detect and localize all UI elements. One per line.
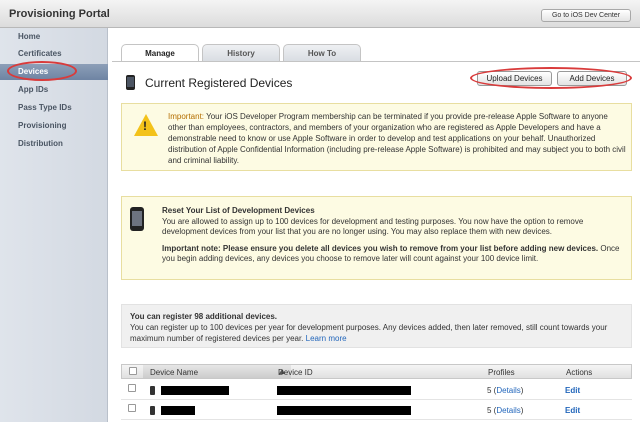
profiles-cell: 5 (Details)	[487, 386, 524, 395]
redacted-device-id	[277, 386, 411, 395]
warning-notice: ! Important: Your iOS Developer Program …	[121, 103, 632, 171]
registration-heading: You can register 98 additional devices.	[130, 312, 278, 321]
page-title: Current Registered Devices	[145, 76, 293, 90]
device-icon	[130, 207, 144, 231]
edit-link[interactable]: Edit	[565, 406, 580, 415]
details-link[interactable]: Details	[496, 386, 520, 395]
table-row: 5 (Details) Edit	[121, 380, 632, 400]
sidebar-item-provisioning[interactable]: Provisioning	[0, 118, 108, 134]
column-actions: Actions	[566, 368, 593, 377]
row-checkbox[interactable]	[128, 404, 136, 412]
sidebar-item-certificates[interactable]: Certificates	[0, 46, 108, 62]
warning-body: Your iOS Developer Program membership ca…	[168, 112, 626, 165]
select-all-checkbox[interactable]	[129, 367, 137, 375]
sidebar-item-home[interactable]: Home	[0, 29, 108, 45]
tab-history[interactable]: History	[202, 44, 280, 62]
redacted-device-name	[161, 406, 195, 415]
top-bar: Provisioning Portal Go to iOS Dev Center	[0, 0, 640, 28]
reset-text: Reset Your List of Development Devices Y…	[162, 206, 628, 265]
warning-label: Important:	[168, 112, 205, 121]
reset-important-note: Important note: Please ensure you delete…	[162, 243, 599, 253]
sidebar-item-distribution[interactable]: Distribution	[0, 136, 108, 152]
column-device-id[interactable]: Device ID	[278, 368, 313, 377]
iphone-icon	[126, 75, 135, 90]
reset-heading: Reset Your List of Development Devices	[162, 206, 315, 215]
annotation-oval-buttons	[470, 67, 632, 89]
details-link[interactable]: Details	[496, 406, 520, 415]
table-row: 5 (Details) Edit	[121, 400, 632, 420]
edit-link[interactable]: Edit	[565, 386, 580, 395]
profiles-cell: 5 (Details)	[487, 406, 524, 415]
table-header: Device Name Device ID Profiles Actions	[121, 364, 632, 379]
column-profiles[interactable]: Profiles	[488, 368, 515, 377]
learn-more-link[interactable]: Learn more	[306, 334, 347, 343]
device-icon	[150, 386, 155, 395]
registration-info: You can register 98 additional devices. …	[121, 304, 632, 348]
warning-text: Important: Your iOS Developer Program me…	[168, 111, 628, 166]
device-icon	[150, 406, 155, 415]
row-checkbox[interactable]	[128, 384, 136, 392]
tab-how-to[interactable]: How To	[283, 44, 361, 62]
devices-table: Device Name Device ID Profiles Actions 5…	[121, 364, 632, 422]
annotation-oval-devices	[7, 61, 77, 81]
reset-body: You are allowed to assign up to 100 devi…	[162, 216, 584, 237]
go-to-dev-center-button[interactable]: Go to iOS Dev Center	[541, 9, 631, 22]
sidebar: Home Certificates Devices App IDs Pass T…	[0, 28, 108, 422]
registration-text: You can register 98 additional devices. …	[130, 311, 630, 344]
app-title: Provisioning Portal	[9, 8, 110, 20]
warning-icon: !	[134, 114, 158, 136]
reset-devices-notice: Reset Your List of Development Devices Y…	[121, 196, 632, 280]
redacted-device-name	[161, 386, 229, 395]
column-device-name: Device Name	[150, 368, 199, 377]
sidebar-item-app-ids[interactable]: App IDs	[0, 82, 108, 98]
registration-body: You can register up to 100 devices per y…	[130, 323, 608, 343]
redacted-device-id	[277, 406, 411, 415]
sidebar-item-pass-type-ids[interactable]: Pass Type IDs	[0, 100, 108, 116]
